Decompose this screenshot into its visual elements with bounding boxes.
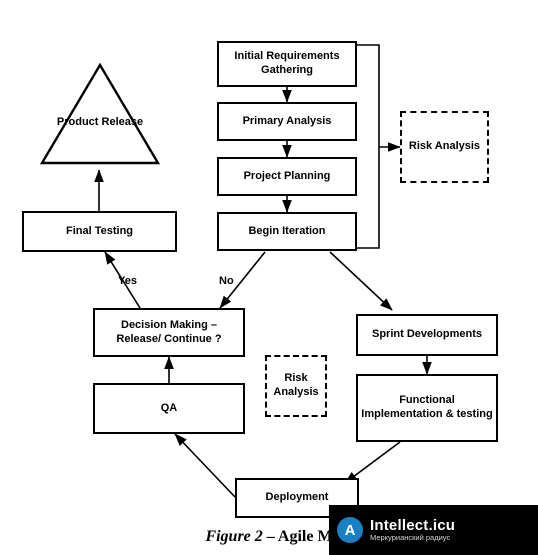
node-primary-analysis-label: Primary Analysis (242, 114, 332, 127)
node-deployment-label: Deployment (265, 491, 329, 504)
diagram-canvas: Initial Requirements Gathering Primary A… (0, 0, 538, 555)
node-product-release-label: Product Release (56, 116, 144, 128)
node-decision-making[interactable]: Decision Making – Release/ Continue ? (93, 308, 245, 357)
node-project-planning[interactable]: Project Planning (217, 157, 357, 196)
node-final-testing-label: Final Testing (65, 224, 134, 237)
node-risk-analysis-center[interactable]: Risk Analysis (265, 355, 327, 417)
node-decision-making-label: Decision Making – Release/ Continue ? (116, 318, 222, 345)
node-product-release[interactable]: Product Release (39, 62, 161, 166)
watermark-title: Intellect.icu (370, 516, 456, 534)
watermark-logo-icon: A (337, 517, 363, 543)
edge-label-no: No (219, 275, 234, 287)
node-project-planning-label: Project Planning (243, 169, 331, 182)
watermark-overlay: A Intellect.icu Меркурианский радиус (329, 505, 538, 555)
watermark-text: Intellect.icu Меркурианский радиус (370, 516, 456, 543)
node-initial-requirements-label: Initial Requirements Gathering (234, 50, 340, 76)
node-final-testing[interactable]: Final Testing (22, 211, 177, 252)
node-qa[interactable]: QA (93, 383, 245, 434)
node-begin-iteration-label: Begin Iteration (248, 224, 326, 237)
node-functional-implementation-label: Functional Implementation & testing (361, 394, 493, 420)
node-initial-requirements[interactable]: Initial Requirements Gathering (217, 41, 357, 87)
node-functional-implementation[interactable]: Functional Implementation & testing (356, 374, 498, 442)
node-qa-label: QA (160, 401, 178, 414)
node-sprint-developments-label: Sprint Developments (371, 328, 483, 341)
node-sprint-developments[interactable]: Sprint Developments (356, 314, 498, 356)
edge-label-yes: Yes (118, 275, 137, 287)
node-begin-iteration[interactable]: Begin Iteration (217, 212, 357, 251)
node-risk-analysis-top-label: Risk Analysis (408, 140, 481, 153)
watermark-subtitle: Меркурианский радиус (370, 533, 451, 543)
figure-caption-prefix: Figure 2 (205, 528, 263, 545)
node-primary-analysis[interactable]: Primary Analysis (217, 102, 357, 141)
node-risk-analysis-top[interactable]: Risk Analysis (400, 111, 489, 183)
triangle-shape (39, 62, 161, 165)
figure-caption-rest: – Agile M (262, 528, 333, 545)
node-risk-analysis-center-label: Risk Analysis (273, 372, 319, 398)
